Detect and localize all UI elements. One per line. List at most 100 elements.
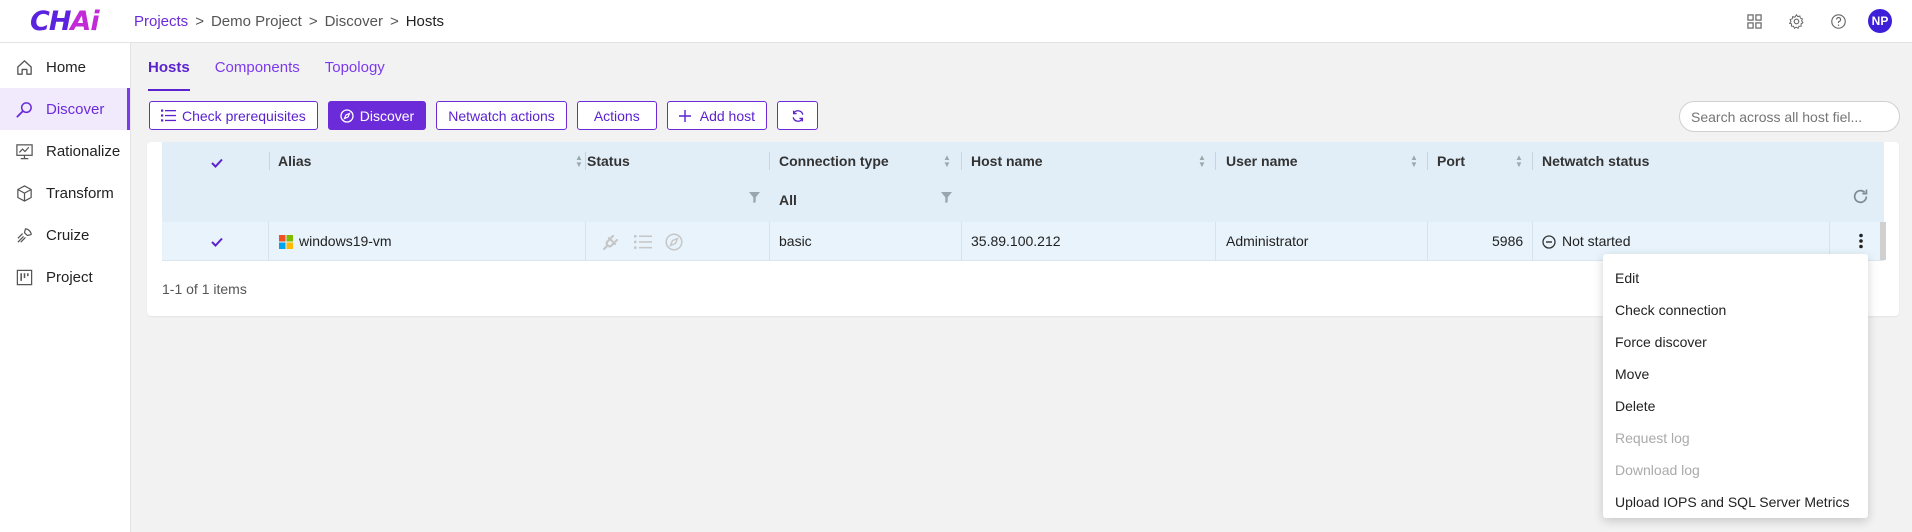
list-icon [161, 109, 176, 122]
chart-icon [16, 143, 33, 159]
sidebar-item-rationalize[interactable]: Rationalize [0, 130, 130, 172]
more-vertical-icon[interactable] [1858, 233, 1864, 249]
apps-grid-icon[interactable] [1742, 9, 1766, 33]
column-header-connection-type[interactable]: Connection type [779, 153, 889, 169]
select-all-checkbox[interactable] [209, 155, 224, 170]
discover-button[interactable]: Discover [327, 101, 427, 130]
sidebar-item-label: Rationalize [46, 142, 121, 160]
menu-item-download-log: Download log [1615, 462, 1700, 478]
sort-icon[interactable]: ▲ ▼ [1410, 154, 1418, 169]
sidebar-item-label: Cruize [46, 226, 90, 244]
connection-type-cell: basic [779, 233, 812, 249]
menu-item-check-connection[interactable]: Check connection [1603, 294, 1868, 326]
check-prerequisites-button[interactable]: Check prerequisites [149, 101, 318, 130]
add-host-button[interactable]: Add host [666, 101, 767, 130]
filter-icon[interactable] [749, 192, 760, 203]
home-icon [17, 59, 32, 75]
menu-item-force-discover[interactable]: Force discover [1603, 326, 1868, 358]
breadcrumb: Projects > Demo Project > Discover > Hos… [134, 13, 444, 30]
column-header-status: Status [587, 153, 630, 169]
sidebar-item-label: Discover [46, 100, 105, 118]
sidebar-item-project[interactable]: Project [0, 256, 130, 298]
check-icon [210, 237, 223, 247]
discover-icon [16, 101, 32, 118]
sort-icon[interactable]: ▲ ▼ [943, 154, 951, 169]
toolbar: Check prerequisites Discover Netwatch ac… [149, 101, 818, 130]
reload-icon[interactable] [1852, 188, 1869, 205]
menu-item-edit[interactable]: Edit [1603, 262, 1868, 294]
breadcrumb-projects[interactable]: Projects [134, 13, 188, 30]
plus-icon [678, 109, 691, 122]
row-context-menu: Edit Check connection Force discover Mov… [1603, 254, 1868, 518]
refresh-button[interactable] [777, 101, 818, 130]
menu-item-upload-iops[interactable]: Upload IOPS and SQL Server Metrics [1603, 486, 1868, 518]
breadcrumb-separator: > [308, 13, 318, 30]
sidebar-item-discover[interactable]: Discover [0, 88, 130, 130]
refresh-icon [792, 109, 803, 122]
sidebar-item-label: Project [46, 268, 93, 286]
tab-bar: Hosts Components Topology [148, 43, 385, 91]
chai-logo[interactable]: CHAi [30, 6, 100, 37]
user-name-cell: Administrator [1226, 233, 1309, 249]
column-header-user-name[interactable]: User name [1226, 153, 1298, 169]
sort-icon[interactable]: ▲ ▼ [575, 154, 583, 169]
breadcrumb-separator: > [195, 13, 204, 30]
tab-topology[interactable]: Topology [325, 43, 385, 91]
port-cell: 5986 [1492, 233, 1524, 249]
row-scroll-handle[interactable] [1880, 222, 1886, 260]
search-input[interactable] [1679, 101, 1900, 132]
cube-icon [17, 184, 32, 202]
column-header-port[interactable]: Port [1437, 153, 1465, 169]
hosts-table: Alias ▲ ▼ Status Connection type ▲ ▼ All H… [162, 142, 1884, 261]
column-header-host-name[interactable]: Host name [971, 153, 1043, 169]
breadcrumb-separator: > [389, 13, 399, 30]
menu-item-delete[interactable]: Delete [1603, 390, 1868, 422]
plug-icon[interactable] [602, 233, 620, 251]
tab-components[interactable]: Components [215, 43, 300, 91]
windows-icon [279, 235, 293, 249]
sidebar-item-home[interactable]: Home [0, 46, 130, 88]
tab-hosts[interactable]: Hosts [148, 43, 190, 91]
menu-item-move[interactable]: Move [1603, 358, 1868, 390]
connection-type-filter-value[interactable]: All [779, 192, 797, 208]
column-header-alias[interactable]: Alias [278, 153, 311, 169]
minus-circle-icon [1542, 235, 1556, 249]
top-bar: CHAi Projects > Demo Project > Discover … [0, 0, 1912, 43]
breadcrumb-discover[interactable]: Discover [325, 13, 383, 30]
top-icons: NP [1742, 9, 1892, 33]
netwatch-actions-button[interactable]: Netwatch actions [436, 101, 567, 130]
user-avatar[interactable]: NP [1868, 9, 1892, 33]
netwatch-status-cell: Not started [1562, 233, 1631, 249]
list-icon[interactable] [634, 234, 652, 250]
sidebar-item-label: Transform [46, 184, 114, 202]
filter-icon[interactable] [941, 192, 952, 203]
sidebar-item-transform[interactable]: Transform [0, 172, 130, 214]
host-alias-link[interactable]: windows19-vm [299, 233, 392, 249]
sort-icon[interactable]: ▲ ▼ [1515, 154, 1523, 169]
table-header: Alias ▲ ▼ Status Connection type ▲ ▼ All H… [162, 142, 1884, 222]
actions-label: Actions [593, 107, 640, 124]
sidebar-item-label: Home [46, 58, 87, 76]
compass-icon[interactable] [665, 233, 683, 251]
settings-gear-icon[interactable] [1784, 9, 1808, 33]
sidebar-item-cruize[interactable]: Cruize [0, 214, 130, 256]
check-icon [210, 158, 223, 168]
compass-icon [340, 108, 354, 123]
add-host-label: Add host [699, 107, 755, 124]
cruize-icon [17, 227, 32, 243]
menu-item-request-log: Request log [1615, 430, 1690, 446]
host-name-cell: 35.89.100.212 [971, 233, 1061, 249]
sidebar: Home Discover Rationalize Transform Crui… [0, 43, 131, 532]
row-checkbox[interactable] [209, 234, 224, 249]
column-header-netwatch-status: Netwatch status [1542, 153, 1650, 169]
sort-icon[interactable]: ▲ ▼ [1198, 154, 1206, 169]
actions-button[interactable]: Actions [576, 101, 657, 130]
pagination-summary: 1-1 of 1 items [162, 281, 247, 297]
discover-label: Discover [359, 107, 415, 124]
netwatch-actions-label: Netwatch actions [448, 107, 555, 124]
help-icon[interactable] [1826, 9, 1850, 33]
kanban-icon [16, 269, 33, 285]
check-prerequisites-label: Check prerequisites [182, 107, 306, 124]
breadcrumb-demo-project[interactable]: Demo Project [211, 13, 302, 30]
breadcrumb-hosts: Hosts [405, 13, 445, 30]
